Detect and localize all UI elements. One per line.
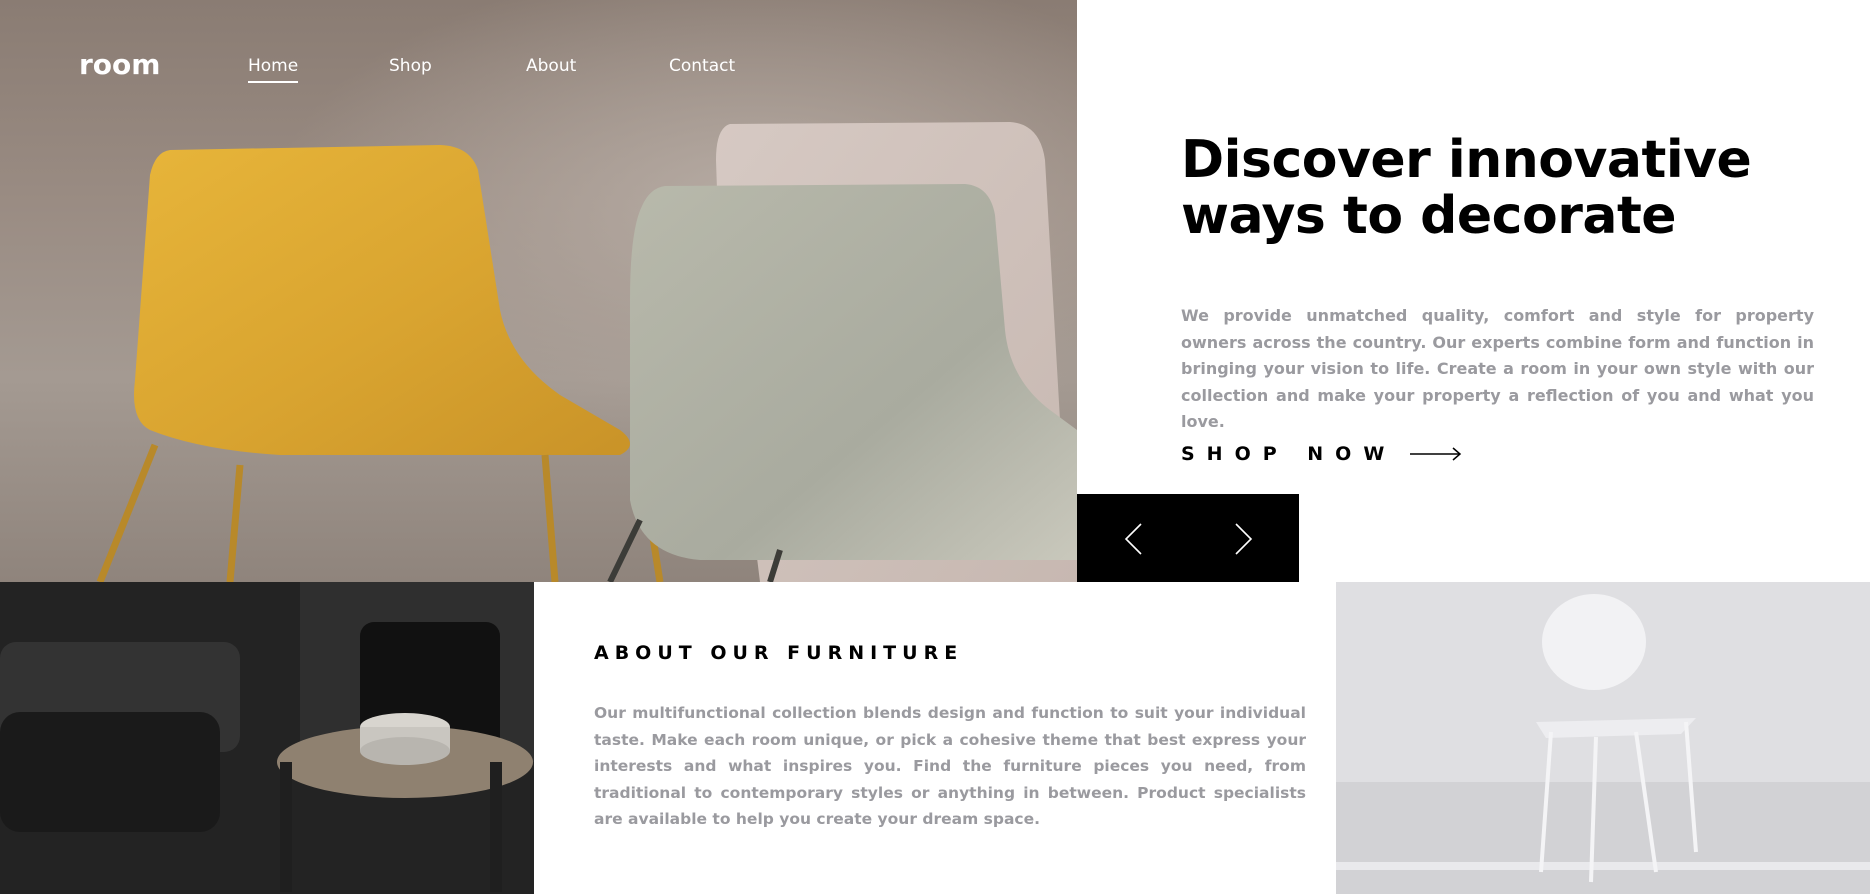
nav-link-home[interactable]: Home bbox=[248, 56, 299, 83]
about-description: Our multifunctional collection blends de… bbox=[594, 704, 1306, 828]
chevron-right-icon bbox=[1234, 522, 1252, 555]
shop-now-button[interactable]: SHOP NOW bbox=[1181, 442, 1462, 466]
hero-title: Discover innovative ways to decorate bbox=[1181, 132, 1781, 244]
arrow-right-icon bbox=[1410, 447, 1462, 461]
logo[interactable]: room bbox=[79, 48, 160, 81]
slider-prev-button[interactable] bbox=[1077, 494, 1188, 583]
site-header: room Home Shop About Contact bbox=[0, 0, 1077, 132]
yellow-chair-legs bbox=[96, 443, 664, 582]
hero-description: We provide unmatched quality, comfort an… bbox=[1181, 306, 1814, 431]
dark-furniture-illustration bbox=[0, 582, 534, 894]
hero-title-line1: Discover innovative bbox=[1181, 130, 1752, 190]
shop-now-label: SHOP NOW bbox=[1181, 443, 1397, 465]
nav-link-about[interactable]: About bbox=[526, 56, 576, 76]
chevron-left-icon bbox=[1124, 522, 1142, 555]
about-title: ABOUT OUR FURNITURE bbox=[594, 642, 964, 664]
about-section: ABOUT OUR FURNITURE Our multifunctional … bbox=[534, 582, 1336, 894]
yellow-chair-shape bbox=[134, 145, 630, 455]
about-light-image bbox=[1336, 582, 1870, 894]
about-dark-image bbox=[0, 582, 534, 894]
nav-link-shop[interactable]: Shop bbox=[389, 56, 432, 76]
hero-title-line2: ways to decorate bbox=[1181, 186, 1677, 246]
slider-next-button[interactable] bbox=[1188, 494, 1299, 583]
slider-controls bbox=[1077, 494, 1299, 583]
white-chair-illustration bbox=[1336, 582, 1870, 894]
nav-link-contact[interactable]: Contact bbox=[669, 56, 735, 76]
